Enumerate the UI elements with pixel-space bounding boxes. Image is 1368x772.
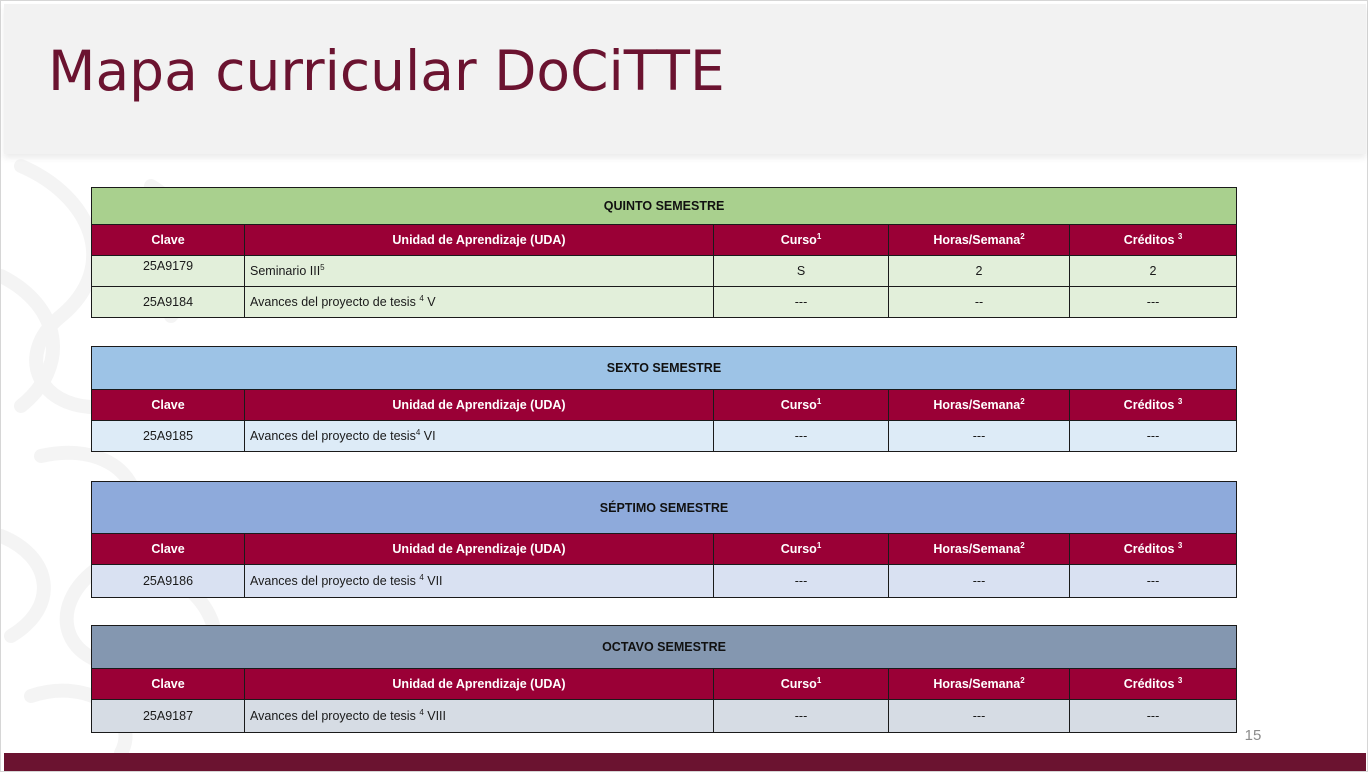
cell-curso: --- (713, 286, 889, 318)
semester-title: QUINTO SEMESTRE (90, 187, 1238, 225)
cell-uda: Avances del proyecto de tesis 4 VIII (244, 699, 714, 733)
column-header-row: Clave Unidad de Aprendizaje (UDA) Curso1… (91, 224, 1238, 256)
col-clave: Clave (91, 668, 245, 700)
table-sexto-semestre: SEXTO SEMESTRE Clave Unidad de Aprendiza… (91, 346, 1237, 452)
column-header-row: Clave Unidad de Aprendizaje (UDA) Curso1… (91, 389, 1237, 421)
col-clave: Clave (91, 389, 245, 421)
cell-clave: 25A9185 (91, 420, 245, 452)
table-row: 25A9179 Seminario III5 S 2 2 (91, 255, 1238, 287)
slide: Mapa curricular DoCiTTE QUINTO SEMESTRE … (0, 0, 1368, 772)
col-horas: Horas/Semana2 (888, 668, 1070, 700)
col-creditos: Créditos 3 (1068, 224, 1238, 256)
cell-horas: --- (888, 564, 1070, 598)
table-row: 25A9187 Avances del proyecto de tesis 4 … (91, 699, 1238, 733)
col-horas: Horas/Semana2 (888, 224, 1070, 256)
table-octavo-semestre: OCTAVO SEMESTRE Clave Unidad de Aprendiz… (90, 625, 1238, 733)
cell-creditos: --- (1068, 699, 1238, 733)
semester-title: SEXTO SEMESTRE (91, 346, 1237, 390)
semester-title: OCTAVO SEMESTRE (90, 625, 1238, 669)
cell-horas: 2 (888, 255, 1070, 287)
col-clave: Clave (91, 533, 245, 565)
cell-uda: Seminario III5 (244, 255, 714, 287)
column-header-row: Clave Unidad de Aprendizaje (UDA) Curso1… (91, 668, 1238, 700)
table-row: 25A9186 Avances del proyecto de tesis 4 … (91, 564, 1238, 598)
cell-horas: -- (888, 286, 1070, 318)
table-quinto-semestre: QUINTO SEMESTRE Clave Unidad de Aprendiz… (90, 187, 1238, 318)
col-clave: Clave (91, 224, 245, 256)
col-curso: Curso1 (713, 224, 889, 256)
col-horas: Horas/Semana2 (888, 389, 1070, 421)
col-curso: Curso1 (713, 389, 889, 421)
col-horas: Horas/Semana2 (888, 533, 1070, 565)
cell-clave: 25A9179 (91, 255, 245, 287)
col-curso: Curso1 (713, 668, 889, 700)
semester-title: SÉPTIMO SEMESTRE (90, 481, 1238, 534)
cell-creditos: --- (1069, 420, 1237, 452)
footer-band (4, 753, 1366, 771)
column-header-row: Clave Unidad de Aprendizaje (UDA) Curso1… (91, 533, 1238, 565)
slide-title: Mapa curricular DoCiTTE (48, 39, 725, 103)
cell-clave: 25A9186 (91, 564, 245, 598)
col-creditos: Créditos 3 (1068, 668, 1238, 700)
col-uda: Unidad de Aprendizaje (UDA) (244, 224, 714, 256)
col-uda: Unidad de Aprendizaje (UDA) (244, 389, 714, 421)
cell-horas: --- (888, 699, 1070, 733)
table-row: 25A9184 Avances del proyecto de tesis 4 … (91, 286, 1238, 318)
col-uda: Unidad de Aprendizaje (UDA) (244, 533, 714, 565)
col-uda: Unidad de Aprendizaje (UDA) (244, 668, 714, 700)
cell-curso: S (713, 255, 889, 287)
col-curso: Curso1 (713, 533, 889, 565)
cell-uda: Avances del proyecto de tesis 4 V (244, 286, 714, 318)
table-row: 25A9185 Avances del proyecto de tesis4 V… (91, 420, 1237, 452)
cell-curso: --- (713, 564, 889, 598)
cell-clave: 25A9184 (91, 286, 245, 318)
col-creditos: Créditos 3 (1069, 389, 1237, 421)
cell-horas: --- (888, 420, 1070, 452)
cell-uda: Avances del proyecto de tesis4 VI (244, 420, 714, 452)
cell-clave: 25A9187 (91, 699, 245, 733)
cell-creditos: --- (1068, 286, 1238, 318)
table-septimo-semestre: SÉPTIMO SEMESTRE Clave Unidad de Aprendi… (90, 481, 1238, 598)
cell-creditos: 2 (1068, 255, 1238, 287)
cell-creditos: --- (1068, 564, 1238, 598)
page-number: 15 (1244, 727, 1262, 744)
cell-curso: --- (713, 699, 889, 733)
cell-curso: --- (713, 420, 889, 452)
cell-uda: Avances del proyecto de tesis 4 VII (244, 564, 714, 598)
col-creditos: Créditos 3 (1068, 533, 1238, 565)
